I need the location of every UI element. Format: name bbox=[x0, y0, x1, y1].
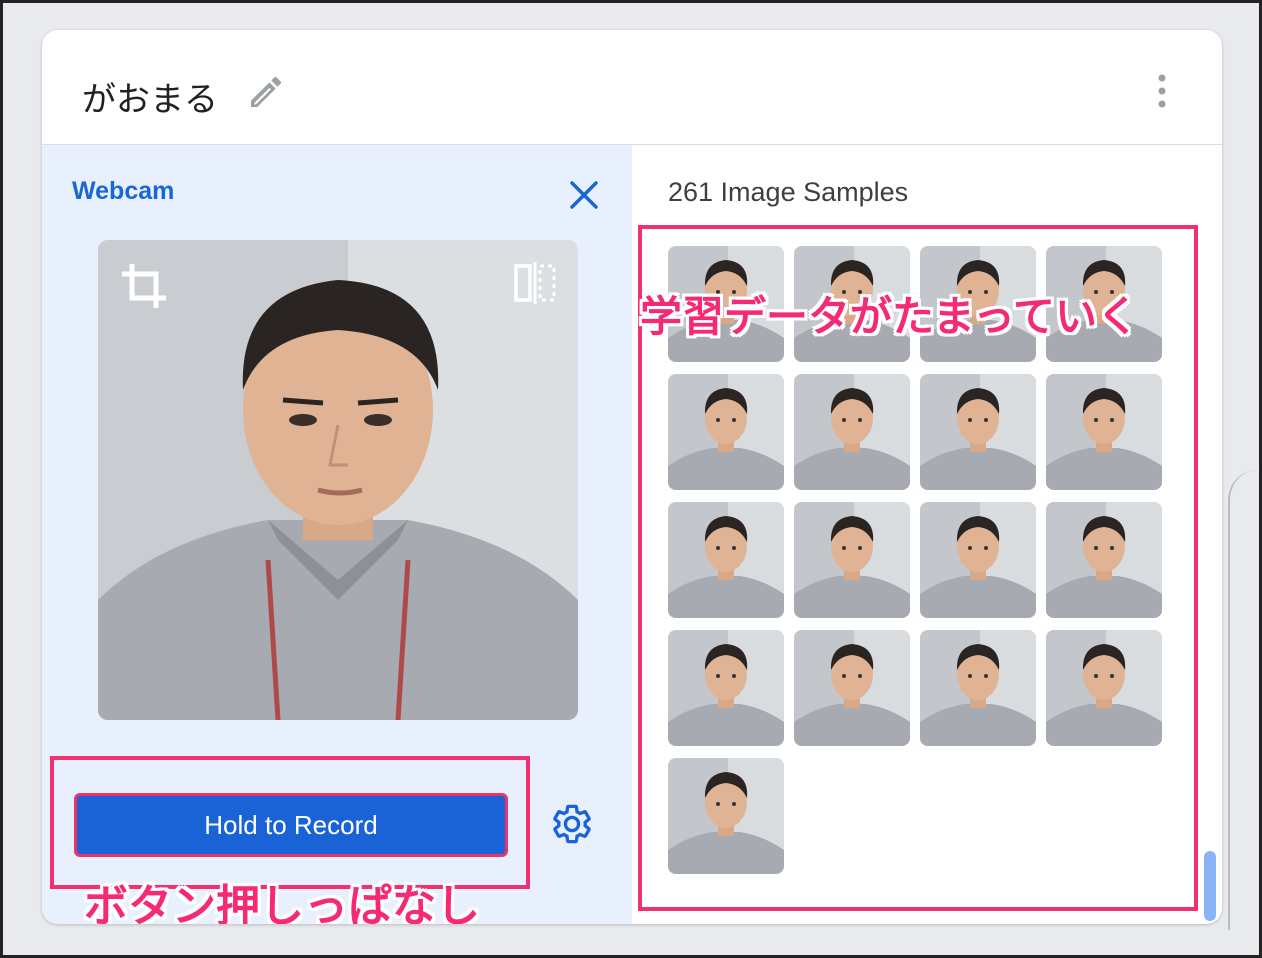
sample-thumbnail[interactable] bbox=[1046, 630, 1162, 746]
sample-thumbnail[interactable] bbox=[1046, 502, 1162, 618]
pencil-icon[interactable] bbox=[246, 72, 286, 112]
close-icon[interactable] bbox=[564, 175, 604, 215]
sample-thumbnail[interactable] bbox=[668, 630, 784, 746]
webcam-panel: Webcam Hold to Record ボタン押しっぱなし bbox=[42, 145, 632, 924]
sample-thumbnail[interactable] bbox=[794, 502, 910, 618]
gear-icon[interactable] bbox=[550, 802, 594, 846]
sample-thumbnail[interactable] bbox=[668, 758, 784, 874]
samples-count-title: 261 Image Samples bbox=[668, 177, 909, 207]
sample-thumbnail[interactable] bbox=[794, 374, 910, 490]
sample-thumbnail[interactable] bbox=[920, 374, 1036, 490]
more-vert-icon[interactable] bbox=[1150, 72, 1174, 112]
sample-thumbnail[interactable] bbox=[668, 374, 784, 490]
samples-annotation: 学習データがたまっていく bbox=[640, 292, 1139, 341]
samples-panel: 261 Image Samples 学習データがたまっていく bbox=[632, 145, 1222, 924]
webcam-person-image bbox=[98, 240, 578, 720]
sample-thumbnail[interactable] bbox=[668, 502, 784, 618]
sample-thumbnail[interactable] bbox=[1046, 374, 1162, 490]
flip-icon[interactable] bbox=[512, 260, 558, 306]
record-annotation: ボタン押しっぱなし bbox=[84, 881, 480, 924]
webcam-label: Webcam bbox=[72, 177, 175, 205]
crop-icon[interactable] bbox=[118, 260, 170, 312]
sample-thumbnail[interactable] bbox=[920, 630, 1036, 746]
hold-to-record-button[interactable]: Hold to Record bbox=[74, 793, 508, 857]
sample-thumbnail[interactable] bbox=[794, 630, 910, 746]
connector-line bbox=[1228, 470, 1258, 930]
sample-thumbnail[interactable] bbox=[920, 502, 1036, 618]
webcam-preview bbox=[98, 240, 578, 720]
class-name-title[interactable]: がおまる bbox=[82, 72, 218, 121]
samples-scrollbar[interactable] bbox=[1204, 851, 1216, 921]
card-header: がおまる bbox=[42, 30, 1222, 145]
class-card: がおまる Webcam Hold to Record ボタン押しっぱなし 261… bbox=[42, 30, 1222, 924]
